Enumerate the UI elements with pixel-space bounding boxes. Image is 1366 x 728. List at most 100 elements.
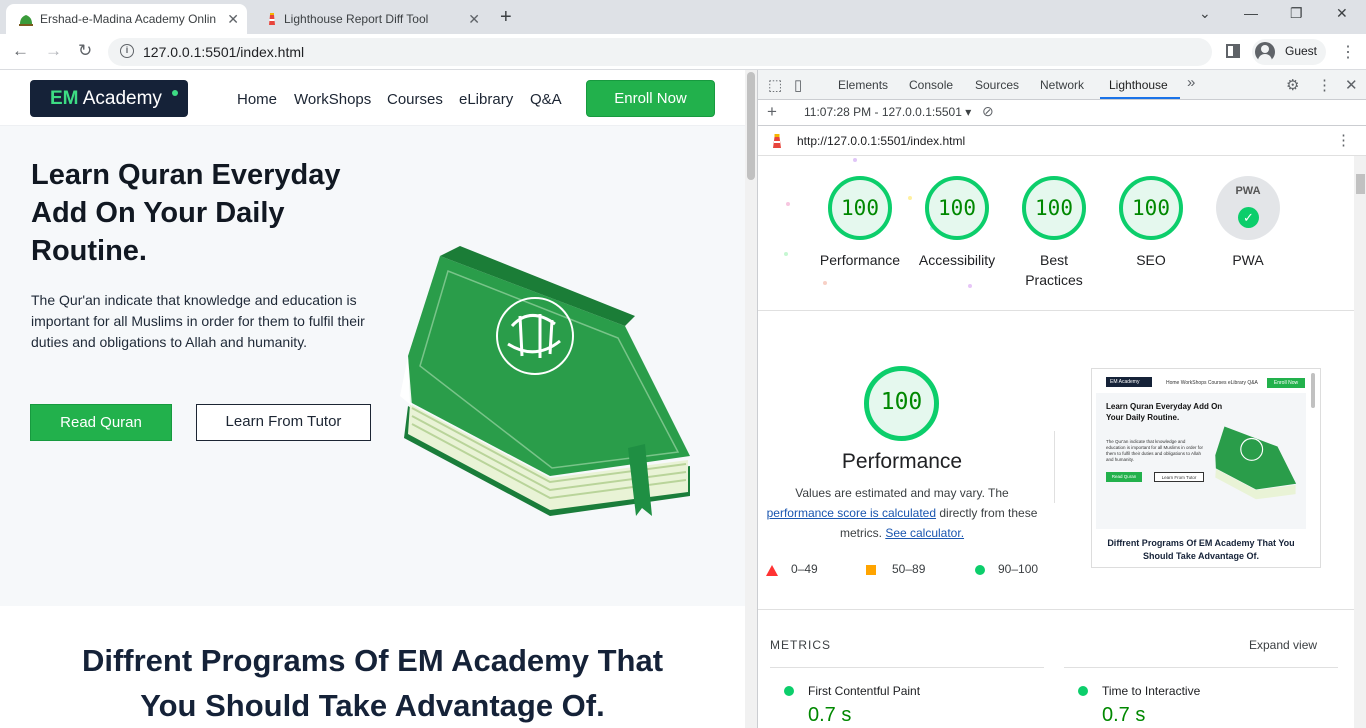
legend-fail: 0–49 (791, 562, 818, 576)
divider (758, 310, 1354, 311)
performance-score: 100 (880, 389, 923, 415)
site-info-icon[interactable]: i (120, 44, 134, 58)
gauge-ring: 100 (1022, 176, 1086, 240)
quran-book-image (400, 246, 690, 516)
pwa-badge-text: PWA (1235, 185, 1261, 197)
close-devtools-icon[interactable]: ✕ (1345, 76, 1358, 94)
hero-description: The Qur'an indicate that knowledge and e… (31, 292, 365, 350)
new-report-plus-icon[interactable]: + (767, 102, 777, 122)
lighthouse-report: 100 Performance 100 Accessibility 100 Be… (758, 156, 1354, 728)
devtools-menu-icon[interactable]: ⋮ (1317, 76, 1332, 94)
screenshot-title: Learn Quran Everyday Add On Your Daily R… (1106, 402, 1223, 422)
see-calculator-link[interactable]: See calculator. (885, 526, 964, 540)
lighthouse-favicon-icon (269, 13, 275, 25)
divider (758, 609, 1354, 610)
report-url[interactable]: http://127.0.0.1:5501/index.html (797, 134, 965, 148)
pwa-badge-icon: PWA ✓ (1216, 176, 1280, 240)
nav-home[interactable]: Home (237, 91, 277, 108)
pass-circle-icon (784, 686, 794, 696)
tab-network[interactable]: Network (1040, 78, 1084, 92)
inspect-element-icon[interactable]: ⬚ (768, 76, 782, 94)
logo-dot (172, 90, 178, 96)
tab-lighthouse[interactable]: Lighthouse (1109, 78, 1168, 92)
tab-strip: Ershad-e-Madina Academy Onlin ✕ Lighthou… (0, 0, 1366, 34)
tab-sources[interactable]: Sources (975, 78, 1019, 92)
nav-courses[interactable]: Courses (387, 91, 443, 108)
read-quran-button[interactable]: Read Quran (30, 404, 172, 441)
site-logo[interactable]: EM Academy (30, 80, 188, 117)
logo-academy: Academy (78, 88, 162, 109)
average-square-icon (866, 565, 876, 575)
scrollbar-thumb[interactable] (1356, 174, 1365, 194)
report-scrollbar[interactable] (1354, 156, 1366, 728)
nav-workshops[interactable]: WorkShops (294, 91, 371, 108)
address-bar[interactable]: i 127.0.0.1:5501/index.html (108, 38, 1212, 66)
tab-elements[interactable]: Elements (838, 78, 888, 92)
metric-value: 0.7 s (808, 704, 852, 726)
side-panel-icon[interactable] (1226, 44, 1240, 58)
devtools-tabbar: ⬚ ▯ Elements Console Sources Network Lig… (758, 70, 1366, 100)
report-menu-icon[interactable]: ⋮ (1336, 131, 1351, 149)
logo-em: EM (50, 88, 79, 109)
score-pwa[interactable]: PWA ✓ PWA (1183, 176, 1313, 270)
active-tab-indicator (1100, 97, 1180, 99)
nav-elibrary[interactable]: eLibrary (459, 91, 513, 108)
new-tab-button[interactable]: + (500, 6, 512, 29)
screenshot-links: Home WorkShops Courses eLibrary Q&A (1166, 380, 1258, 386)
programs-title: Diffrent Programs Of EM Academy That You… (81, 643, 664, 723)
website-scrollbar[interactable] (745, 70, 757, 728)
browser-toolbar: ← → ↻ i 127.0.0.1:5501/index.html Guest … (0, 34, 1366, 70)
gauge-ring: 100 (828, 176, 892, 240)
more-tabs-icon[interactable]: » (1187, 74, 1195, 91)
browser-tab-ershad[interactable]: Ershad-e-Madina Academy Onlin ✕ (6, 4, 247, 34)
scrollbar-thumb[interactable] (747, 72, 755, 180)
report-selector[interactable]: 11:07:28 PM - 127.0.0.1:5501 ▾ (804, 105, 971, 119)
learn-from-tutor-button[interactable]: Learn From Tutor (196, 404, 371, 441)
gauge-label: Best Practices (1025, 252, 1083, 288)
back-arrow-icon[interactable]: ← (12, 41, 29, 61)
minimize-icon[interactable]: — (1244, 5, 1258, 21)
lighthouse-logo-icon (773, 134, 781, 148)
gauge-value: 100 (1035, 196, 1073, 220)
screenshot-text: The Qur'an indicate that knowledge and e… (1106, 439, 1204, 462)
gauge-value: 100 (938, 196, 976, 220)
settings-gear-icon[interactable]: ⚙ (1286, 76, 1299, 94)
device-toolbar-icon[interactable]: ▯ (794, 76, 802, 94)
close-window-icon[interactable]: ✕ (1336, 5, 1348, 22)
gauge-value: 100 (841, 196, 879, 220)
tab-close-icon[interactable]: ✕ (227, 11, 239, 28)
confetti-dot (968, 284, 972, 288)
final-screenshot[interactable]: EM Academy Home WorkShops Courses eLibra… (1091, 368, 1321, 568)
gauge-ring: 100 (1119, 176, 1183, 240)
clear-reports-icon[interactable]: ⊘ (982, 103, 994, 120)
score-calculated-link[interactable]: performance score is calculated (767, 506, 936, 520)
address-url[interactable]: 127.0.0.1:5501/index.html (143, 44, 304, 60)
nav-qa[interactable]: Q&A (530, 91, 562, 108)
reload-icon[interactable]: ↻ (78, 41, 92, 61)
screenshot-nav: EM Academy Home WorkShops Courses eLibra… (1096, 373, 1306, 393)
site-header: EM Academy Home WorkShops Courses eLibra… (0, 70, 745, 126)
enroll-now-button[interactable]: Enroll Now (586, 80, 715, 117)
metric-name: First Contentful Paint (808, 684, 921, 698)
vertical-divider (1054, 431, 1055, 503)
browser-tab-lighthouse-diff[interactable]: Lighthouse Report Diff Tool ✕ (252, 4, 488, 34)
forward-arrow-icon[interactable]: → (45, 41, 62, 61)
profile-button[interactable]: Guest (1252, 39, 1326, 65)
programs-section: Diffrent Programs Of EM Academy That You… (0, 606, 745, 728)
restore-icon[interactable]: ❐ (1290, 5, 1303, 22)
pass-circle-icon (1078, 686, 1088, 696)
browser-menu-icon[interactable]: ⋮ (1340, 42, 1356, 62)
legend-average: 50–89 (892, 562, 926, 576)
confetti-dot (853, 158, 857, 162)
tab-console[interactable]: Console (909, 78, 953, 92)
expand-view-toggle[interactable]: Expand view (1249, 638, 1317, 652)
screenshot-tutor-button: Learn From Tutor (1154, 472, 1204, 482)
performance-gauge: 100 (864, 366, 939, 441)
confetti-dot (823, 281, 827, 285)
gauge-ring: 100 (925, 176, 989, 240)
devtools-panel: ⬚ ▯ Elements Console Sources Network Lig… (757, 70, 1366, 728)
tab-title: Lighthouse Report Diff Tool (284, 12, 429, 26)
tab-search-chevron-icon[interactable]: ⌄ (1199, 5, 1211, 22)
tab-close-icon[interactable]: ✕ (468, 11, 480, 28)
website-viewport: EM Academy Home WorkShops Courses eLibra… (0, 70, 745, 728)
